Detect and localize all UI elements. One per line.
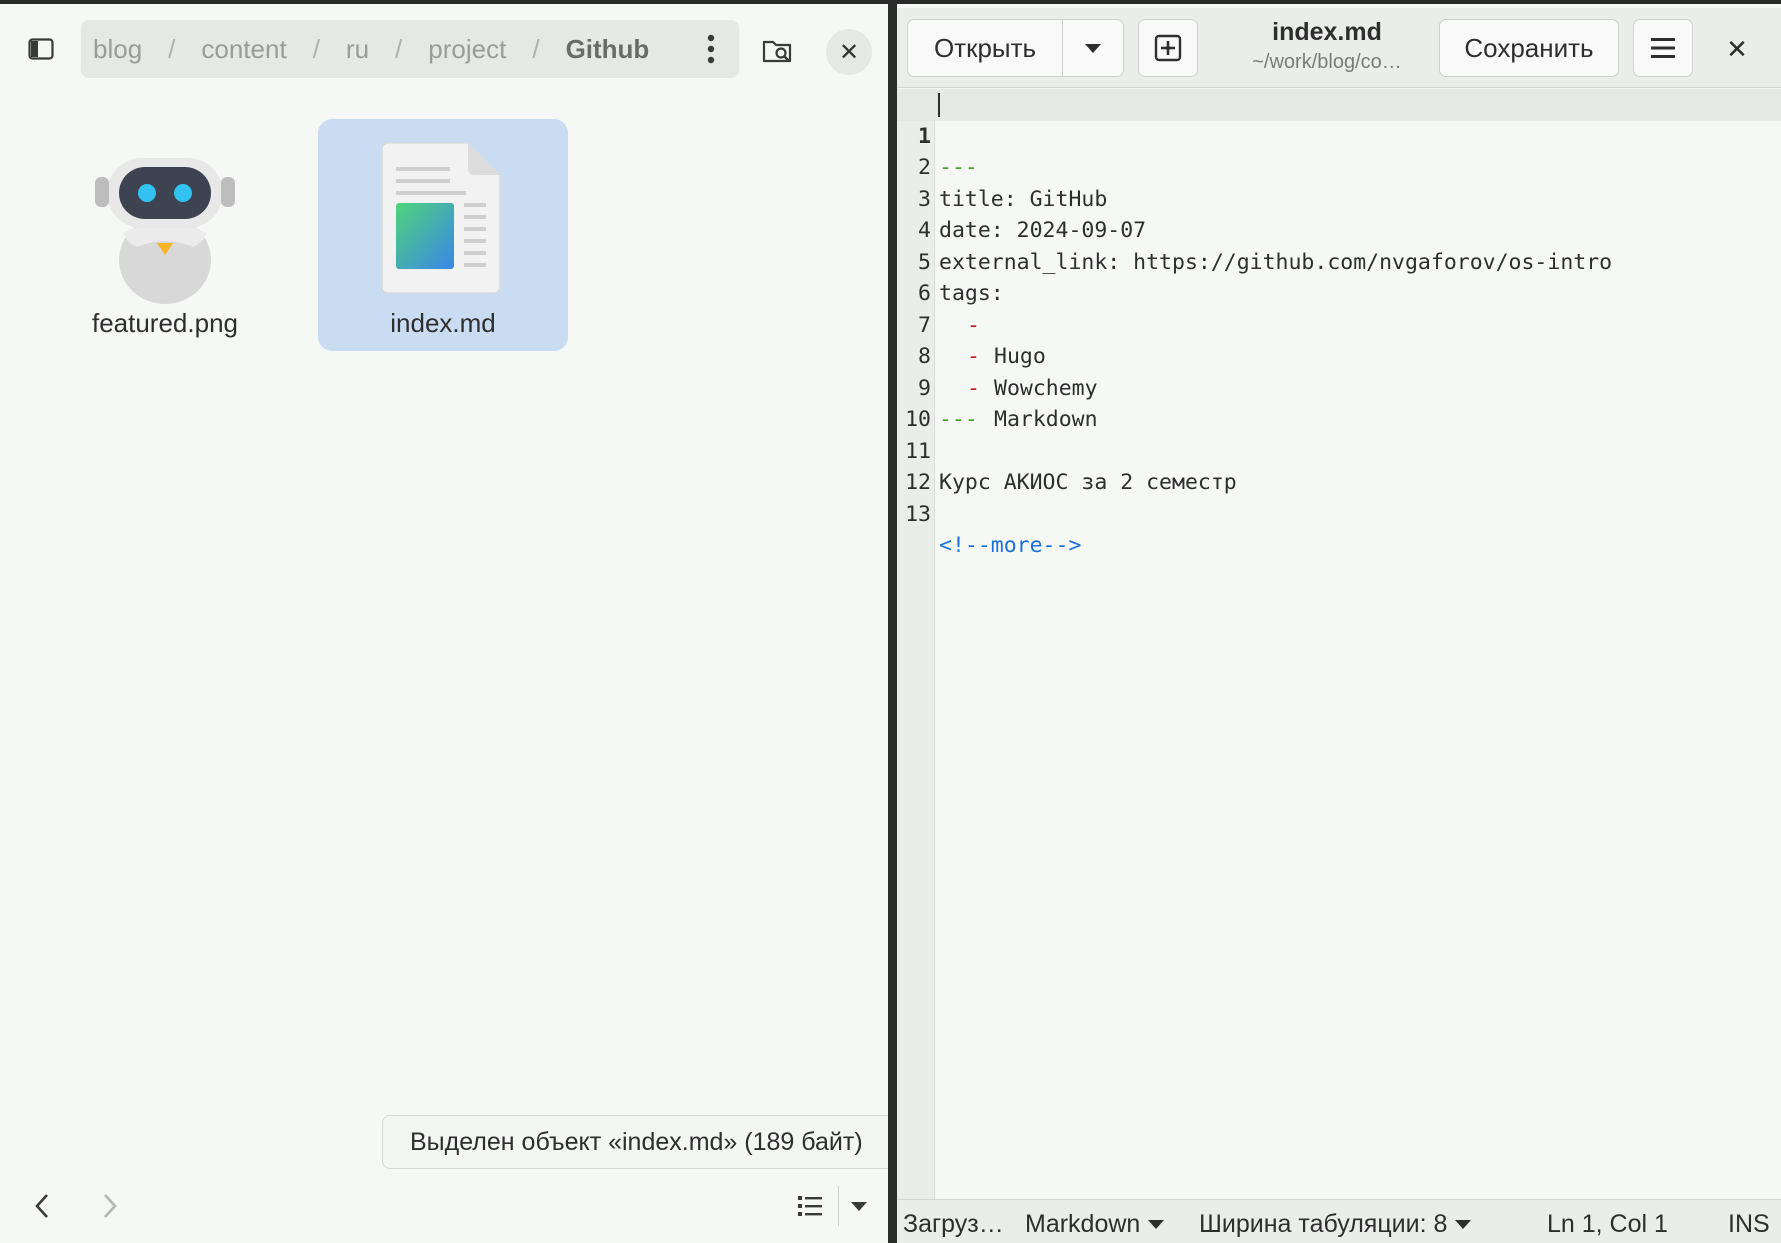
folder-search-icon[interactable]: [754, 28, 802, 74]
editor-header: Открыть index.md ~/work/blog/co… Сохрани…: [897, 8, 1781, 88]
file-name: featured.png: [91, 308, 238, 338]
cursor-position[interactable]: Ln 1, Col 1: [1547, 1210, 1668, 1239]
save-button[interactable]: Сохранить: [1439, 19, 1619, 77]
tab-width-label: Ширина табуляции: 8: [1199, 1210, 1448, 1238]
new-document-button[interactable]: [1138, 19, 1198, 77]
code-line[interactable]: 5 tags:: [897, 215, 1781, 307]
breadcrumb-separator: /: [168, 33, 176, 64]
line-text: <!--more-->: [939, 533, 1082, 558]
breadcrumb-item-content[interactable]: content: [201, 34, 286, 65]
main-menu-button[interactable]: [1633, 19, 1693, 77]
breadcrumb-item-current[interactable]: Github: [566, 34, 650, 65]
markdown-document-icon: [381, 142, 501, 294]
file-item[interactable]: featured.png: [40, 119, 290, 351]
language-selector[interactable]: Markdown: [1025, 1210, 1165, 1239]
file-manager-header: blog / content / ru / project / Github ✕: [0, 8, 888, 88]
document-title-name: index.md: [1272, 18, 1382, 46]
open-dropdown-button[interactable]: [1062, 19, 1124, 77]
chevron-down-icon: [1085, 43, 1101, 53]
code-line[interactable]: 6 - Hugo: [897, 247, 1781, 369]
code-editor-area[interactable]: 1 --- 2 title: GitHub 3 date: 2024-09-07…: [897, 89, 1781, 1199]
editor-status-bar: Загруз… Markdown Ширина табуляции: 8 Ln …: [897, 1199, 1781, 1243]
forward-arrow-icon[interactable]: [90, 1184, 130, 1228]
breadcrumb-item-blog[interactable]: blog: [93, 34, 142, 65]
code-line[interactable]: 1 ---: [897, 89, 1781, 180]
breadcrumb-separator: /: [312, 33, 320, 64]
code-line[interactable]: 7 - Wowchemy: [897, 278, 1781, 401]
back-arrow-icon[interactable]: [22, 1184, 62, 1228]
window-divider: [888, 0, 897, 1243]
file-item-selected[interactable]: index.md: [318, 119, 568, 351]
document-title: index.md ~/work/blog/co…: [1217, 18, 1437, 80]
file-name: index.md: [390, 308, 496, 338]
more-options-icon[interactable]: [697, 32, 725, 66]
line-number: 13: [905, 501, 931, 527]
hamburger-menu-icon: [1651, 38, 1675, 58]
code-line[interactable]: 4 external_link: https://github.com/nvga…: [897, 184, 1781, 275]
file-manager-window: blog / content / ru / project / Github ✕: [0, 0, 888, 1243]
selection-status: Выделен объект «index.md» (189 байт): [382, 1115, 888, 1169]
breadcrumb-item-project[interactable]: project: [428, 34, 506, 65]
close-icon[interactable]: ✕: [1717, 29, 1757, 69]
chevron-down-icon: [1455, 1220, 1472, 1229]
code-line[interactable]: 3 date: 2024-09-07: [897, 152, 1781, 244]
close-icon[interactable]: ✕: [826, 29, 872, 75]
code-line[interactable]: 10: [897, 373, 1781, 432]
sidebar-toggle-icon[interactable]: [20, 28, 62, 70]
new-tab-icon: [1154, 34, 1182, 62]
code-line[interactable]: 8 - Markdown: [897, 310, 1781, 432]
code-line[interactable]: 13 <!--more-->: [897, 467, 1781, 559]
language-label: Markdown: [1025, 1210, 1141, 1238]
code-line[interactable]: 12: [897, 436, 1781, 495]
breadcrumb: blog / content / ru / project / Github: [81, 20, 739, 78]
code-line[interactable]: 11 Курс АКИОС за 2 семестр: [897, 404, 1781, 496]
breadcrumb-separator: /: [532, 33, 540, 64]
text-cursor: [938, 93, 940, 117]
robot-image-icon: [95, 158, 235, 304]
breadcrumb-separator: /: [395, 33, 403, 64]
insert-mode: INS: [1728, 1210, 1770, 1238]
chevron-down-icon: [1148, 1220, 1165, 1229]
tab-width-selector[interactable]: Ширина табуляции: 8: [1199, 1210, 1472, 1239]
code-line[interactable]: 9 ---: [897, 341, 1781, 433]
text-editor-window: Открыть index.md ~/work/blog/co… Сохрани…: [897, 0, 1781, 1243]
open-button[interactable]: Открыть: [907, 19, 1063, 77]
view-options-dropdown-icon[interactable]: [838, 1186, 878, 1226]
loading-status: Загруз…: [903, 1210, 1004, 1238]
code-line[interactable]: 2 title: GitHub: [897, 121, 1781, 212]
document-path: ~/work/blog/co…: [1252, 51, 1402, 73]
list-view-icon[interactable]: [790, 1186, 830, 1226]
breadcrumb-item-ru[interactable]: ru: [346, 34, 369, 65]
